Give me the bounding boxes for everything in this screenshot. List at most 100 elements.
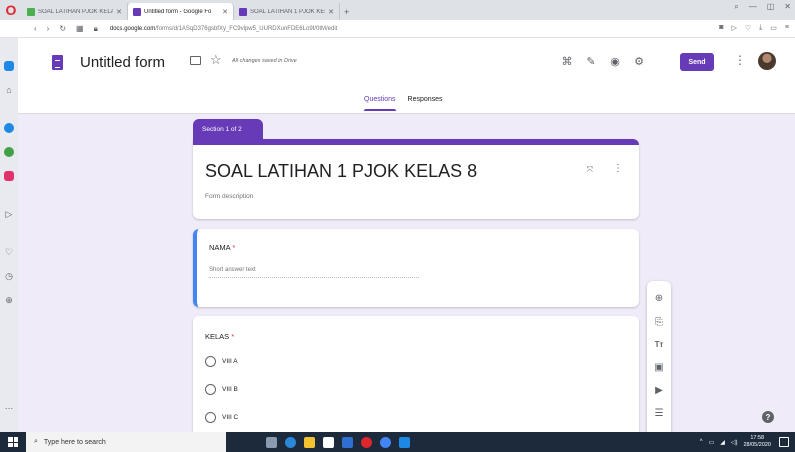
help-icon[interactable]: ?	[762, 411, 774, 423]
browser-tab-bar: O SOAL LATIHAN PJOK KELAS ✕ Untitled for…	[0, 0, 795, 20]
chrome-icon[interactable]	[380, 436, 391, 448]
address-bar: ‹ › ↻ ▦ 🔒︎ docs.google.com/forms/d/1ASqD…	[0, 20, 795, 38]
forms-header: Untitled form ☆ All changes saved in Dri…	[18, 38, 795, 114]
heart-icon[interactable]: ♡	[745, 24, 751, 32]
short-answer-field[interactable]: Short answer text	[209, 267, 419, 278]
radio-option[interactable]: VIII B	[205, 384, 238, 395]
close-tab-icon[interactable]: ✕	[116, 8, 122, 16]
close-tab-icon[interactable]: ✕	[328, 8, 334, 16]
camera-icon[interactable]: ◙	[719, 24, 723, 32]
form-tabs: Questions Responses	[364, 96, 443, 111]
forms-favicon-icon	[133, 7, 141, 16]
reload-icon[interactable]: ↻	[59, 24, 66, 33]
add-question-icon[interactable]: ⊕	[652, 291, 666, 305]
required-asterisk: *	[232, 243, 236, 252]
more-options-icon[interactable]: ⋮	[734, 53, 746, 67]
form-title[interactable]: SOAL LATIHAN 1 PJOK KELAS 8	[205, 161, 477, 182]
app-icon[interactable]	[399, 436, 410, 448]
option-label: VIII B	[222, 386, 238, 393]
start-button[interactable]	[0, 432, 26, 452]
battery-icon[interactable]: ▭	[770, 24, 777, 32]
palette-icon[interactable]: ✎	[584, 54, 598, 68]
opera-taskbar-icon[interactable]	[361, 436, 372, 448]
mail-icon[interactable]	[342, 436, 353, 448]
favorites-heart-icon[interactable]: ♡	[3, 246, 15, 258]
add-video-icon[interactable]: ▶	[652, 383, 666, 397]
notification-icon[interactable]	[779, 437, 789, 447]
edge-icon[interactable]	[285, 436, 296, 448]
speed-dial-icon[interactable]	[3, 60, 15, 72]
instagram-icon[interactable]	[3, 170, 15, 182]
close-window-icon[interactable]: ✕	[784, 2, 791, 12]
history-icon[interactable]: ◷	[3, 270, 15, 282]
windows-taskbar: ⌕ Type here to search ^ ▭ ◢ ◁) 17:58 28/…	[0, 432, 795, 452]
more-sidebar-icon[interactable]: …	[3, 400, 15, 412]
option-label: VIII A	[222, 358, 238, 365]
url-domain: docs.google.com	[109, 25, 156, 32]
battery-tray-icon[interactable]: ▭	[709, 439, 715, 446]
flow-icon[interactable]: ▷	[3, 208, 15, 220]
save-status: All changes saved in Drive	[232, 58, 297, 64]
system-tray: ^ ▭ ◢ ◁) 17:58 28/05/2020	[700, 435, 771, 449]
store-icon[interactable]	[323, 436, 334, 448]
folder-icon[interactable]	[190, 56, 201, 65]
forward-icon[interactable]: ›	[47, 24, 50, 33]
required-asterisk: *	[231, 332, 235, 341]
menu-icon[interactable]: ≡	[785, 24, 789, 32]
snapshot-icon[interactable]: ◫	[767, 2, 775, 12]
tabs-grid-icon[interactable]: ▦	[76, 24, 84, 33]
url-field[interactable]: docs.google.com/forms/d/1ASqD376gsbfXy_F…	[110, 26, 337, 32]
back-icon[interactable]: ‹	[34, 24, 37, 33]
addons-puzzle-icon[interactable]: ⌘	[560, 54, 574, 68]
drive-favicon-icon	[27, 7, 35, 16]
opera-menu-icon[interactable]: O	[0, 0, 22, 20]
browser-tab-1[interactable]: SOAL LATIHAN PJOK KELAS ✕	[22, 3, 128, 20]
radio-option[interactable]: VIII C	[205, 412, 238, 423]
whatsapp-icon[interactable]	[3, 146, 15, 158]
lock-icon: 🔒︎	[93, 23, 98, 33]
question-card-kelas[interactable]: KELAS * VIII A VIII B VIII C	[193, 316, 639, 436]
browser-tab-2[interactable]: Untitled form - Google Fo ✕	[128, 3, 234, 20]
show-hidden-icon[interactable]: ^	[700, 439, 703, 445]
document-title[interactable]: Untitled form	[80, 54, 165, 71]
radio-button[interactable]	[205, 356, 216, 367]
clock-date: 28/05/2020	[743, 442, 771, 448]
tab-responses[interactable]: Responses	[408, 96, 443, 111]
radio-button[interactable]	[205, 384, 216, 395]
new-tab-button[interactable]: +	[340, 3, 353, 20]
add-image-icon[interactable]: ▣	[652, 360, 666, 374]
clock[interactable]: 17:58 28/05/2020	[743, 435, 771, 449]
radio-option[interactable]: VIII A	[205, 356, 238, 367]
forms-logo-icon[interactable]	[52, 55, 63, 70]
network-icon[interactable]: ◢	[720, 439, 725, 446]
settings-gear-icon[interactable]: ⚙	[632, 54, 646, 68]
search-tabs-icon[interactable]: ⌕	[734, 2, 738, 12]
home-icon[interactable]: ⌂	[3, 84, 15, 96]
import-questions-icon[interactable]: ⎘	[652, 315, 666, 329]
star-icon[interactable]: ☆	[210, 52, 222, 68]
add-title-icon[interactable]: Tт	[652, 337, 666, 351]
tab-questions[interactable]: Questions	[364, 96, 396, 111]
form-title-card[interactable]: SOAL LATIHAN 1 PJOK KELAS 8 Form descrip…	[193, 139, 639, 219]
form-description[interactable]: Form description	[205, 193, 253, 200]
minimize-icon[interactable]: —	[749, 2, 757, 12]
vpn-globe-icon[interactable]: ⊕	[3, 294, 15, 306]
send-button[interactable]: Send	[680, 53, 714, 71]
search-placeholder: Type here to search	[43, 438, 106, 446]
collapse-section-icon[interactable]: ⤧	[587, 165, 593, 175]
radio-button[interactable]	[205, 412, 216, 423]
download-icon[interactable]: ⤓	[759, 24, 762, 32]
browser-tab-3[interactable]: SOAL LATIHAN 1 PJOK KEL ✕	[234, 3, 340, 20]
file-explorer-icon[interactable]	[304, 436, 315, 448]
avatar[interactable]	[758, 52, 776, 70]
close-tab-icon[interactable]: ✕	[222, 8, 228, 16]
task-view-icon[interactable]	[266, 436, 277, 448]
messenger-icon[interactable]	[3, 122, 15, 134]
section-more-icon[interactable]: ⋮	[613, 163, 623, 174]
preview-eye-icon[interactable]: ◉	[608, 54, 622, 68]
question-card-nama[interactable]: NAMA * Short answer text	[193, 229, 639, 307]
send-icon[interactable]: ▷	[732, 24, 737, 32]
add-section-icon[interactable]: ☰	[652, 406, 666, 420]
taskbar-search[interactable]: ⌕ Type here to search	[26, 432, 226, 452]
volume-icon[interactable]: ◁)	[731, 439, 738, 446]
